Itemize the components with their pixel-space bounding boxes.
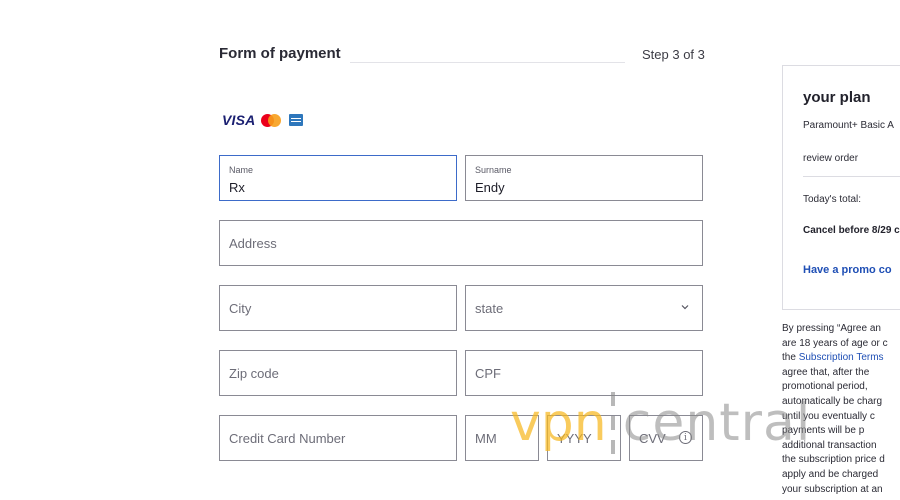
legal-line: apply and be charged <box>782 468 879 480</box>
mastercard-icon <box>261 113 282 127</box>
name-label: Name <box>229 165 254 175</box>
surname-value: Endy <box>475 180 505 195</box>
card-number-placeholder: Credit Card Number <box>229 431 346 446</box>
city-placeholder: City <box>229 301 252 316</box>
legal-line: agree that, after the <box>782 366 870 378</box>
chevron-down-icon <box>681 305 689 310</box>
state-select[interactable]: state <box>465 285 703 331</box>
plan-name: Paramount+ Basic A <box>803 120 894 131</box>
title-divider <box>350 62 625 63</box>
zip-code-field[interactable]: Zip code <box>219 350 457 396</box>
review-order-label: review order <box>803 153 859 164</box>
state-placeholder: state <box>475 301 504 316</box>
legal-line: your subscription at an <box>782 483 883 495</box>
step-indicator: Step 3 of 3 <box>642 47 705 62</box>
legal-line: are 18 years of age or c <box>782 337 888 349</box>
name-value: Rx <box>229 180 245 195</box>
legal-line: until you eventually c <box>782 410 875 422</box>
subscription-terms-link[interactable]: Subscription Terms <box>799 352 884 363</box>
legal-line: the subscription price d <box>782 454 885 466</box>
cpf-placeholder: CPF <box>475 366 501 381</box>
promo-code-link[interactable]: Have a promo co <box>803 264 892 276</box>
accepted-cards: VISA <box>222 112 304 128</box>
legal-line-prefix: the <box>782 352 799 364</box>
month-placeholder: MM <box>475 431 497 446</box>
surname-label: Surname <box>475 165 512 175</box>
legal-line: additional transaction <box>782 439 877 451</box>
city-field[interactable]: City <box>219 285 457 331</box>
cvv-placeholder: CVV <box>639 431 666 446</box>
surname-field[interactable]: Surname Endy <box>465 155 703 201</box>
legal-terms-text: By pressing “Agree an are 18 years of ag… <box>782 322 900 500</box>
amex-icon <box>289 114 304 126</box>
cvv-field[interactable]: CVV i <box>629 415 703 461</box>
visa-icon: VISA <box>222 112 256 128</box>
page-title: Form of payment <box>219 45 341 62</box>
address-placeholder: Address <box>229 236 277 251</box>
plan-title: your plan <box>803 89 871 106</box>
card-number-field[interactable]: Credit Card Number <box>219 415 457 461</box>
zip-code-placeholder: Zip code <box>229 366 279 381</box>
legal-line: payments will be p <box>782 425 865 437</box>
legal-line: the Subscription Terms <box>782 351 900 366</box>
name-field[interactable]: Name Rx <box>219 155 457 201</box>
legal-line: automatically be charg <box>782 395 883 407</box>
cancel-note: Cancel before 8/29 charged. <box>803 225 900 236</box>
info-icon[interactable]: i <box>679 431 692 444</box>
cpf-field[interactable]: CPF <box>465 350 703 396</box>
legal-line: promotional period, <box>782 381 868 393</box>
expiry-year-field[interactable]: YYYY <box>547 415 621 461</box>
panel-divider <box>803 176 900 177</box>
plan-summary-panel: your plan Paramount+ Basic A review orde… <box>782 65 900 310</box>
legal-line: By pressing “Agree an <box>782 323 881 334</box>
year-placeholder: YYYY <box>557 431 592 446</box>
todays-total-label: Today's total: <box>803 194 862 205</box>
expiry-month-field[interactable]: MM <box>465 415 539 461</box>
address-field[interactable]: Address <box>219 220 703 266</box>
